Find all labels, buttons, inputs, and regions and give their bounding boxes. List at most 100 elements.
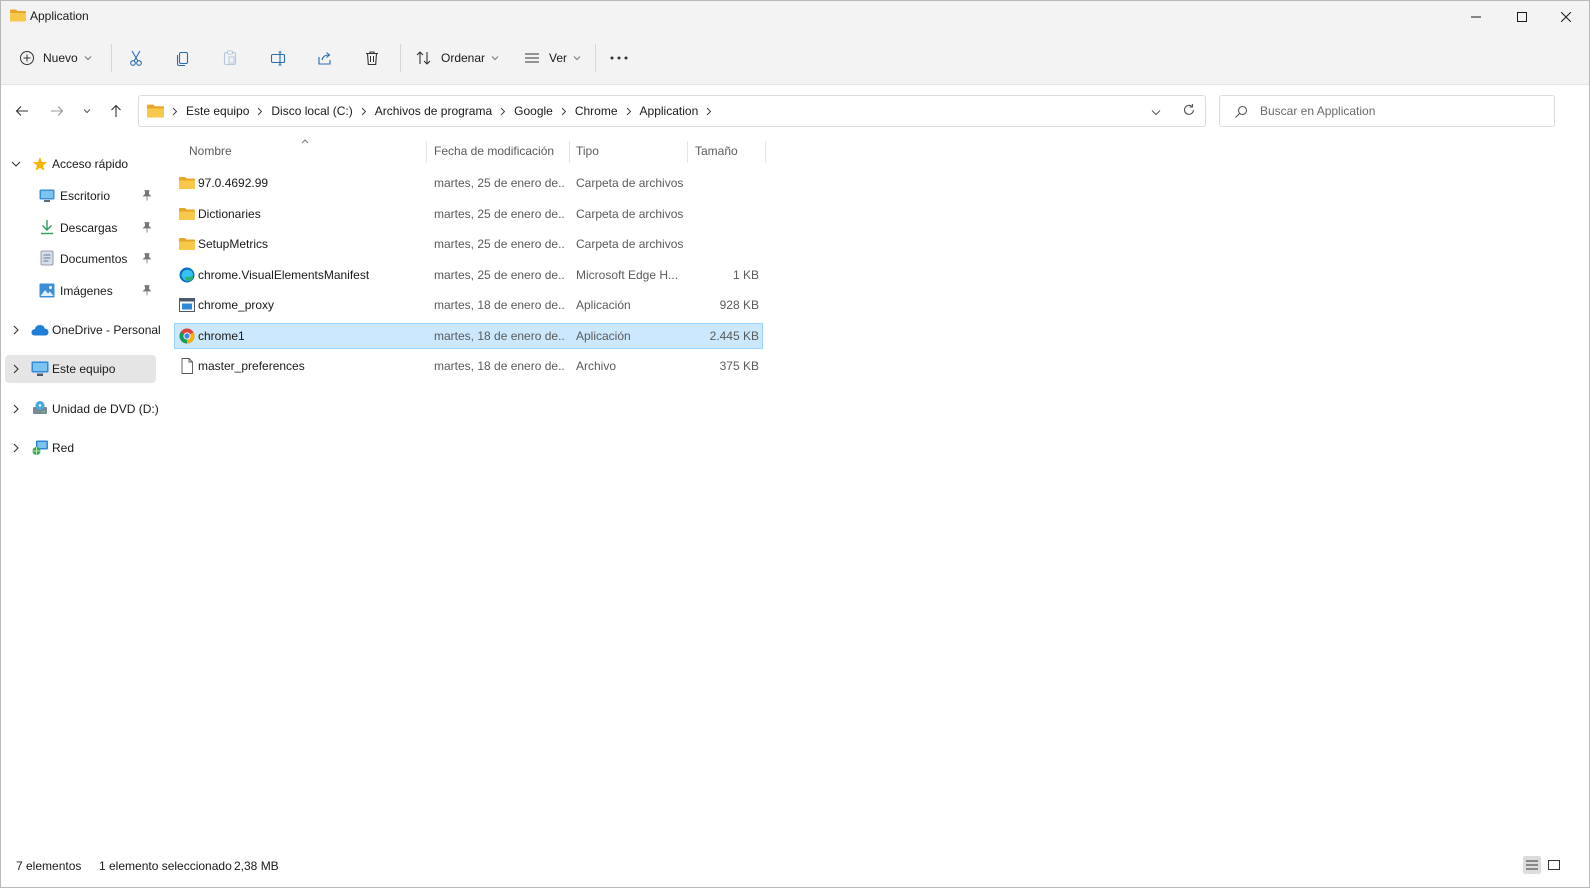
application-icon [179,298,195,312]
sidebar-item-pictures[interactable]: Imágenes [5,277,156,305]
chevron-right-icon [626,107,631,115]
column-header-name[interactable]: Nombre [189,137,232,165]
large-icons-view-button[interactable] [1545,856,1563,874]
file-type: Archivo [576,359,617,373]
large-icons-view-icon [1548,860,1560,870]
sidebar-item-this-pc[interactable]: Este equipo [5,355,156,383]
sidebar-item-desktop[interactable]: Escritorio [5,182,156,210]
sidebar-item-network[interactable]: Red [5,434,156,462]
dvd-drive-icon [33,401,47,414]
folder-icon [10,9,26,22]
up-button[interactable] [104,99,128,123]
column-divider[interactable] [569,141,570,163]
file-name: master_preferences [198,359,305,373]
breadcrumb-chevron[interactable] [257,107,263,116]
column-header-size[interactable]: Tamaño [695,137,738,165]
search-input[interactable]: Buscar en Application [1260,104,1375,118]
breadcrumb-chevron[interactable] [172,107,178,116]
table-row[interactable]: 97.0.4692.99 martes, 25 de enero de... C… [174,170,763,196]
sidebar-item-downloads[interactable]: Descargas [5,214,156,242]
more-options-button[interactable] [609,42,631,74]
breadcrumb-item[interactable]: Application [640,104,699,118]
paste-icon [223,50,237,66]
sidebar-item-label: Unidad de DVD (D:) [52,402,159,416]
file-date: martes, 18 de enero de... [434,329,564,343]
address-history-button[interactable] [1151,105,1161,119]
sort-ascending-icon [301,139,309,144]
table-row[interactable]: chrome.VisualElementsManifest martes, 25… [174,262,763,288]
breadcrumb-chevron[interactable] [706,107,712,116]
new-button[interactable]: Nuevo [19,42,92,74]
recent-locations-button[interactable] [75,99,99,123]
more-icon [610,56,628,60]
column-divider[interactable] [765,141,766,163]
address-bar[interactable]: Este equipo Disco local (C:) Archivos de… [138,95,1206,127]
table-row[interactable]: Dictionaries martes, 25 de enero de... C… [174,201,763,227]
sidebar-item-onedrive[interactable]: OneDrive - Personal [5,316,161,344]
cloud-icon [31,325,49,336]
breadcrumb-item[interactable]: Chrome [575,104,618,118]
refresh-icon [1183,104,1195,115]
arrow-left-icon [15,106,28,116]
sidebar-item-label: Documentos [60,252,128,266]
cut-button[interactable] [127,42,147,74]
selection-info: 1 elemento seleccionado [99,859,232,873]
chevron-right-icon [361,107,366,115]
maximize-button[interactable] [1499,1,1545,32]
share-button[interactable] [316,42,336,74]
breadcrumb-item[interactable]: Archivos de programa [375,104,492,118]
folder-icon [179,238,195,250]
sidebar-item-label: Red [52,441,75,455]
column-header-label: Fecha de modificación [434,144,555,158]
status-bar: 7 elementos 1 elemento seleccionado 2,38… [1,853,1589,887]
pin-icon [142,285,152,296]
breadcrumb-item[interactable]: Disco local (C:) [271,104,352,118]
close-button[interactable] [1543,1,1589,32]
breadcrumb-item[interactable]: Google [514,104,553,118]
paste-button[interactable] [221,42,241,74]
chevron-right-icon [13,404,19,414]
folder-icon [179,208,195,220]
column-divider[interactable] [687,141,688,163]
table-row[interactable]: SetupMetrics martes, 25 de enero de... C… [174,231,763,257]
back-button[interactable] [10,99,34,123]
folder-icon [147,104,164,118]
sidebar-item-dvd-drive[interactable]: Unidad de DVD (D:) [5,395,159,423]
chevron-right-icon [13,364,19,374]
sidebar-item-label: Escritorio [60,189,111,203]
forward-button[interactable] [45,99,69,123]
file-name: 97.0.4692.99 [198,176,269,190]
chevron-down-icon [84,56,92,61]
view-button[interactable]: Ver [523,42,581,74]
table-row[interactable]: chrome1 martes, 18 de enero de... Aplica… [174,323,763,349]
search-box[interactable]: Buscar en Application [1219,95,1555,127]
toolbar-separator [111,44,112,72]
table-row[interactable]: master_preferences martes, 18 de enero d… [174,353,763,379]
breadcrumb-chevron[interactable] [500,107,506,116]
copy-button[interactable] [174,42,194,74]
refresh-button[interactable] [1182,103,1196,120]
column-header-type[interactable]: Tipo [576,137,599,165]
breadcrumb-chevron[interactable] [561,107,567,116]
file-size: 2.445 KB [709,329,759,343]
sort-icon [416,51,431,65]
delete-button[interactable] [363,42,383,74]
toolbar-separator [595,44,596,72]
minimize-icon [1471,16,1481,17]
rename-button[interactable] [269,42,289,74]
command-bar: Nuevo Ordenar Ver [1,32,1589,85]
sidebar-item-quick-access[interactable]: Acceso rápido [5,150,156,178]
sidebar-item-documents[interactable]: Documentos [5,245,156,273]
column-header-date[interactable]: Fecha de modificación [434,137,554,165]
breadcrumb-chevron[interactable] [626,107,632,116]
breadcrumb-item[interactable]: Este equipo [186,104,249,118]
table-row[interactable]: chrome_proxy martes, 18 de enero de... A… [174,292,763,318]
download-icon [41,220,53,235]
star-icon [32,157,48,171]
column-divider[interactable] [426,141,427,163]
details-view-button[interactable] [1523,856,1541,874]
breadcrumb: Este equipo Disco local (C:) Archivos de… [147,96,720,126]
sort-button[interactable]: Ordenar [415,42,499,74]
minimize-button[interactable] [1453,1,1499,32]
breadcrumb-chevron[interactable] [361,107,367,116]
